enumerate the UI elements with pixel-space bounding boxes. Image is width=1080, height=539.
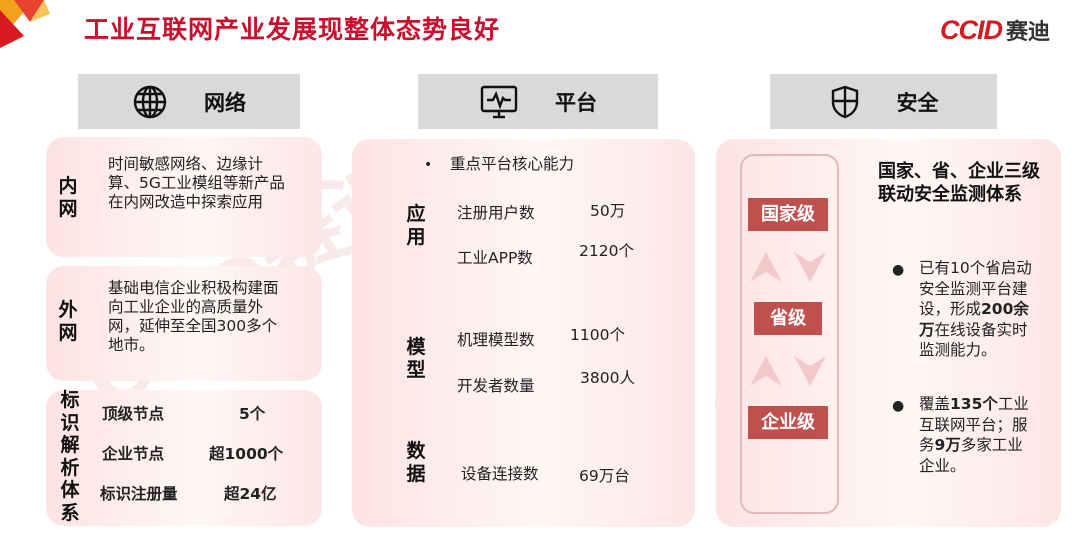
platform-row-value: 2120个 <box>579 242 634 260</box>
identity-tag: 标识解析体系 <box>60 389 80 524</box>
level-provincial: 省级 <box>754 302 822 335</box>
platform-row-label: 机理模型数 <box>457 331 535 349</box>
platform-row-label: 设备连接数 <box>461 465 539 483</box>
security-highlight: 9万 <box>934 436 961 454</box>
security-heading: 国家、省、企业三级联动安全监测体系 <box>878 161 1040 205</box>
security-bullet-1: 已有10个省启动安全监测平台建设，形成200余万在线设备实时监测能力。 <box>919 258 1039 361</box>
outer-network-text: 基础电信企业积极构建面向工业企业的高质量外网，延伸至全国300多个地市。 <box>108 279 279 354</box>
header-network-label: 网络 <box>204 90 246 115</box>
security-bullet-2: 覆盖135个工业互联网平台；服务9万多家工业企业。 <box>919 394 1033 476</box>
identity-row-label: 顶级节点 <box>102 405 165 423</box>
logo-text: CCID <box>939 14 1003 45</box>
identity-row-label: 企业节点 <box>102 445 165 463</box>
logo-cn: 赛迪 <box>1005 20 1050 45</box>
bullet-dot: • <box>424 157 433 173</box>
platform-group-tag: 数据 <box>406 440 426 485</box>
platform-row-value: 50万 <box>590 202 626 220</box>
identity-row-value: 5个 <box>239 405 266 423</box>
identity-row-value: 超1000个 <box>209 445 284 463</box>
ccid-logo: CCID 赛迪 <box>940 14 1050 46</box>
identity-row-value: 超24亿 <box>224 485 277 503</box>
platform-row-value: 3800人 <box>580 369 635 387</box>
header-security: 安全 <box>770 74 997 129</box>
platform-bullet: 重点平台核心能力 <box>450 155 575 173</box>
inner-network-tag: 内网 <box>58 175 78 220</box>
platform-row-label: 注册用户数 <box>457 204 535 222</box>
platform-row-label: 开发者数量 <box>457 377 535 395</box>
header-network: 网络 <box>78 74 300 129</box>
platform-group-tag: 模型 <box>406 336 426 381</box>
bullet-dot: ● <box>892 262 905 278</box>
bullet-dot: ● <box>892 398 905 414</box>
identity-row-label: 标识注册量 <box>100 485 178 503</box>
globe-icon <box>132 84 168 120</box>
security-highlight: 135个 <box>950 395 998 413</box>
header-platform: 平台 <box>418 74 658 129</box>
shield-icon <box>829 84 861 120</box>
level-national: 国家级 <box>748 198 828 231</box>
page-title: 工业互联网产业发展现整体态势良好 <box>84 15 501 44</box>
platform-row-label: 工业APP数 <box>457 249 533 267</box>
security-text: 覆盖 <box>919 395 951 413</box>
corner-decoration <box>0 0 50 48</box>
monitor-pulse-icon <box>479 84 519 120</box>
header-security-label: 安全 <box>896 90 939 115</box>
platform-group-tag: 应用 <box>406 203 426 248</box>
up-down-arrows-icon <box>750 252 826 282</box>
up-down-arrows-icon <box>750 356 826 386</box>
platform-row-value: 1100个 <box>570 326 625 344</box>
level-enterprise: 企业级 <box>748 406 828 439</box>
header-platform-label: 平台 <box>555 90 597 115</box>
inner-network-text: 时间敏感网络、边缘计算、5G工业模组等新产品在内网改造中探索应用 <box>108 155 285 211</box>
security-text: 在线设备实时监测能力。 <box>919 320 1028 360</box>
platform-row-value: 69万台 <box>579 467 630 485</box>
outer-network-tag: 外网 <box>58 299 78 344</box>
